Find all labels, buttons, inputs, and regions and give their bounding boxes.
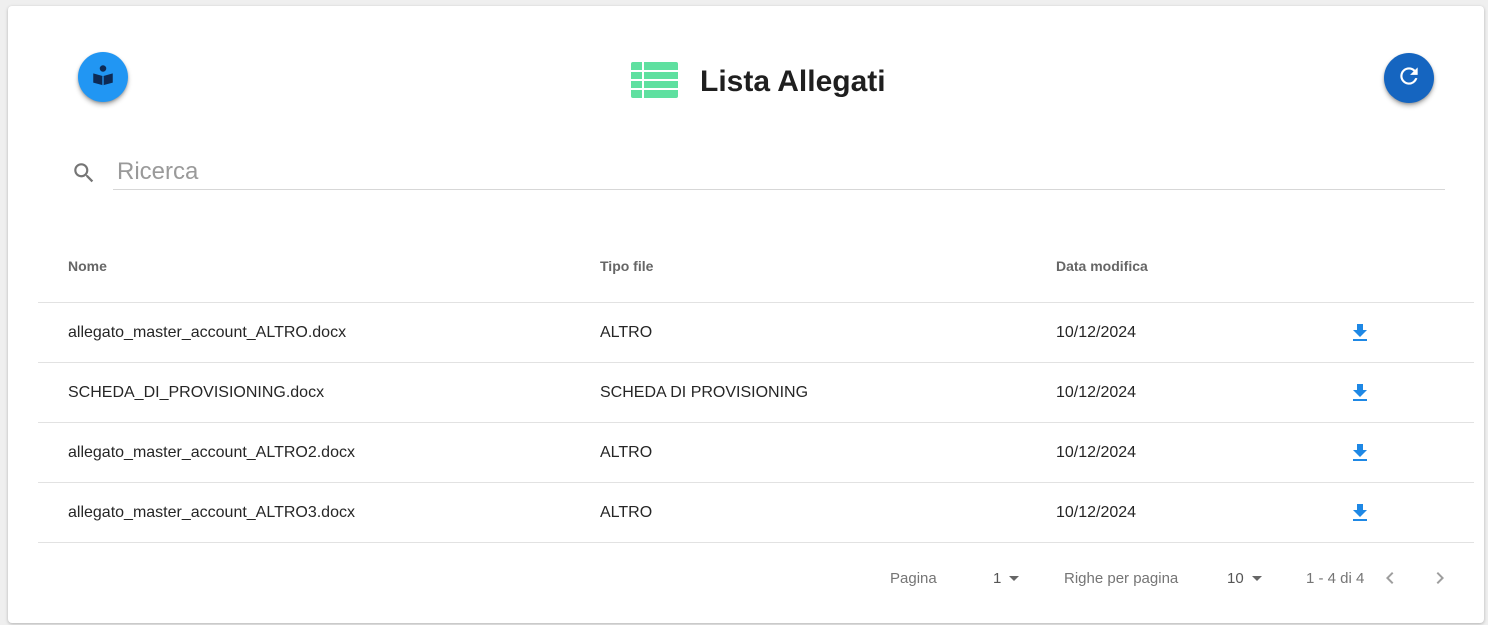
caret-down-icon bbox=[1009, 575, 1020, 581]
page-select-value: 1 bbox=[993, 569, 1002, 587]
modified-date-cell: 10/12/2024 bbox=[1056, 383, 1137, 401]
book-reader-icon bbox=[90, 62, 116, 93]
chevron-left-icon bbox=[1386, 572, 1394, 584]
rows-per-page-value: 10 bbox=[1227, 569, 1244, 587]
modified-date-cell: 10/12/2024 bbox=[1056, 443, 1137, 461]
table-list-icon bbox=[631, 61, 678, 103]
file-name-cell: SCHEDA_DI_PROVISIONING.docx bbox=[68, 383, 325, 401]
range-text: 1 - 4 di 4 bbox=[1306, 569, 1365, 587]
file-name-cell: allegato_master_account_ALTRO3.docx bbox=[68, 503, 355, 521]
modified-date-cell: 10/12/2024 bbox=[1056, 323, 1137, 341]
table-row: allegato_master_account_ALTRO2.docx ALTR… bbox=[38, 423, 1474, 483]
next-page-button[interactable] bbox=[1428, 566, 1452, 590]
refresh-button[interactable] bbox=[1384, 53, 1434, 103]
page-title: Lista Allegati bbox=[700, 65, 886, 98]
search-input[interactable] bbox=[113, 154, 1445, 190]
download-icon[interactable] bbox=[1348, 423, 1372, 482]
attachments-table: Nome Tipo file Data modifica allegato_ma… bbox=[38, 242, 1474, 543]
pagination-bar: Pagina 1 Righe per pagina 10 1 - 4 di 4 bbox=[8, 566, 1484, 590]
download-icon[interactable] bbox=[1348, 363, 1372, 422]
download-icon[interactable] bbox=[1348, 303, 1372, 362]
column-header-tipo-file[interactable]: Tipo file bbox=[600, 236, 653, 296]
rows-per-page-select[interactable]: 10 bbox=[1227, 566, 1262, 590]
download-icon[interactable] bbox=[1348, 483, 1372, 542]
refresh-icon bbox=[1396, 63, 1422, 94]
file-type-cell: ALTRO bbox=[600, 503, 653, 521]
page-header: Lista Allegati bbox=[631, 61, 886, 103]
file-type-cell: ALTRO bbox=[600, 323, 653, 341]
previous-page-button[interactable] bbox=[1378, 566, 1402, 590]
caret-down-icon bbox=[1251, 575, 1262, 581]
file-name-cell: allegato_master_account_ALTRO2.docx bbox=[68, 443, 355, 461]
chevron-right-icon bbox=[1436, 572, 1444, 584]
file-type-cell: ALTRO bbox=[600, 443, 653, 461]
table-row: allegato_master_account_ALTRO.docx ALTRO… bbox=[38, 303, 1474, 363]
page-select[interactable]: 1 bbox=[993, 566, 1020, 590]
file-type-cell: SCHEDA DI PROVISIONING bbox=[600, 383, 809, 401]
search-icon bbox=[71, 160, 97, 191]
attachments-card: Lista Allegati Nome Tipo file Data modif… bbox=[8, 6, 1484, 623]
column-header-nome[interactable]: Nome bbox=[68, 236, 107, 296]
column-header-data-modifica[interactable]: Data modifica bbox=[1056, 236, 1148, 296]
rows-per-page-label: Righe per pagina bbox=[1064, 569, 1179, 587]
modified-date-cell: 10/12/2024 bbox=[1056, 503, 1137, 521]
reader-button[interactable] bbox=[78, 52, 128, 102]
file-name-cell: allegato_master_account_ALTRO.docx bbox=[68, 323, 347, 341]
table-row: allegato_master_account_ALTRO3.docx ALTR… bbox=[38, 483, 1474, 543]
table-row: SCHEDA_DI_PROVISIONING.docx SCHEDA DI PR… bbox=[38, 363, 1474, 423]
page-label: Pagina bbox=[890, 569, 937, 587]
table-header-row: Nome Tipo file Data modifica bbox=[38, 242, 1474, 303]
